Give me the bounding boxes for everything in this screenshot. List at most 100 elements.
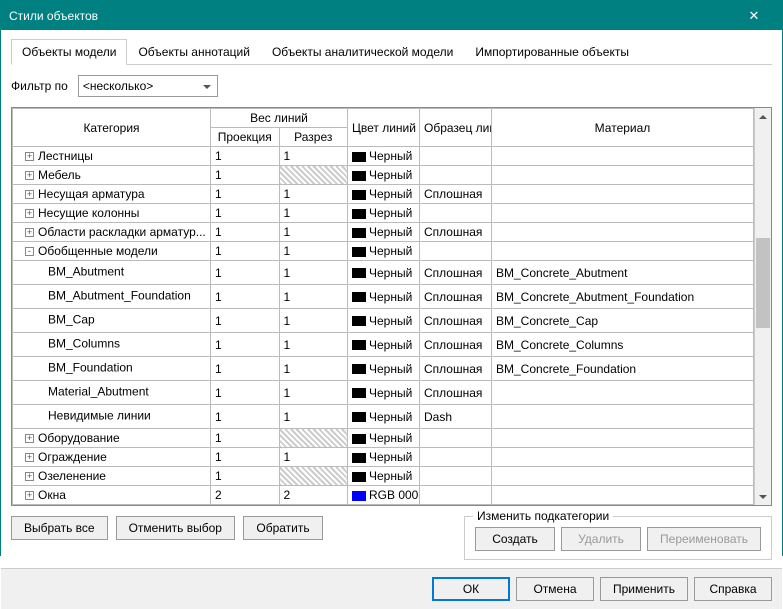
linepattern-cell[interactable]: Сплошная xyxy=(420,381,492,405)
category-cell[interactable]: Material_Abutment xyxy=(13,381,211,405)
linepattern-cell[interactable] xyxy=(420,242,492,261)
material-cell[interactable] xyxy=(492,429,754,448)
projection-cell[interactable]: 1 xyxy=(211,309,280,333)
cut-cell[interactable]: 1 xyxy=(279,147,348,166)
linecolor-cell[interactable]: Черный xyxy=(348,147,420,166)
create-button[interactable]: Создать xyxy=(475,527,555,551)
cut-cell[interactable]: 1 xyxy=(279,185,348,204)
linecolor-cell[interactable]: Черный xyxy=(348,357,420,381)
invert-button[interactable]: Обратить xyxy=(243,516,323,540)
tree-expand-icon[interactable]: + xyxy=(25,228,34,237)
table-row[interactable]: BM_Abutment_Foundation11ЧерныйСплошнаяBM… xyxy=(13,285,754,309)
linepattern-cell[interactable] xyxy=(420,486,492,505)
tab-2[interactable]: Объекты аналитической модели xyxy=(261,39,464,65)
linepattern-cell[interactable]: Сплошная xyxy=(420,223,492,242)
linecolor-cell[interactable]: Черный xyxy=(348,223,420,242)
category-cell[interactable]: +Озеленение xyxy=(13,467,211,486)
tab-1[interactable]: Объекты аннотаций xyxy=(127,39,260,65)
linecolor-cell[interactable]: Черный xyxy=(348,448,420,467)
header-projection[interactable]: Проекция xyxy=(211,128,280,147)
header-category[interactable]: Категория xyxy=(13,109,211,147)
linecolor-cell[interactable]: Черный xyxy=(348,333,420,357)
table-row[interactable]: +Лестницы11Черный xyxy=(13,147,754,166)
linepattern-cell[interactable] xyxy=(420,147,492,166)
cut-cell[interactable]: 1 xyxy=(279,381,348,405)
material-cell[interactable]: BM_Concrete_Abutment xyxy=(492,261,754,285)
help-button[interactable]: Справка xyxy=(694,577,772,601)
linecolor-cell[interactable]: Черный xyxy=(348,309,420,333)
linecolor-cell[interactable]: Черный xyxy=(348,261,420,285)
category-cell[interactable]: +Ограждение xyxy=(13,448,211,467)
tree-expand-icon[interactable]: + xyxy=(25,491,34,500)
material-cell[interactable]: BM_Concrete_Cap xyxy=(492,309,754,333)
material-cell[interactable] xyxy=(492,405,754,429)
material-cell[interactable] xyxy=(492,467,754,486)
select-all-button[interactable]: Выбрать все xyxy=(11,516,108,540)
linepattern-cell[interactable]: Сплошная xyxy=(420,185,492,204)
projection-cell[interactable]: 2 xyxy=(211,486,280,505)
table-row[interactable]: Material_Abutment11ЧерныйСплошная xyxy=(13,381,754,405)
cut-cell[interactable]: 1 xyxy=(279,333,348,357)
material-cell[interactable] xyxy=(492,381,754,405)
tree-expand-icon[interactable]: + xyxy=(25,171,34,180)
category-cell[interactable]: +Окна xyxy=(13,486,211,505)
table-row[interactable]: BM_Cap11ЧерныйСплошнаяBM_Concrete_Cap xyxy=(13,309,754,333)
tree-expand-icon[interactable]: + xyxy=(25,190,34,199)
scroll-down-icon[interactable] xyxy=(755,488,771,505)
linecolor-cell[interactable]: Черный xyxy=(348,467,420,486)
table-row[interactable]: +Ограждение11Черный xyxy=(13,448,754,467)
linecolor-cell[interactable]: Черный xyxy=(348,285,420,309)
linecolor-cell[interactable]: RGB 000-0... xyxy=(348,486,420,505)
linepattern-cell[interactable] xyxy=(420,204,492,223)
tree-expand-icon[interactable]: + xyxy=(25,209,34,218)
cut-cell[interactable]: 1 xyxy=(279,285,348,309)
material-cell[interactable] xyxy=(492,486,754,505)
projection-cell[interactable]: 1 xyxy=(211,467,280,486)
cut-cell[interactable]: 1 xyxy=(279,405,348,429)
scroll-thumb[interactable] xyxy=(756,238,770,328)
linepattern-cell[interactable] xyxy=(420,429,492,448)
projection-cell[interactable]: 1 xyxy=(211,333,280,357)
projection-cell[interactable]: 1 xyxy=(211,223,280,242)
tree-expand-icon[interactable]: + xyxy=(25,453,34,462)
material-cell[interactable] xyxy=(492,223,754,242)
cut-cell[interactable] xyxy=(279,429,348,448)
header-linecolor[interactable]: Цвет линий xyxy=(348,109,420,147)
cut-cell[interactable]: 1 xyxy=(279,448,348,467)
cancel-button[interactable]: Отмена xyxy=(516,577,594,601)
projection-cell[interactable]: 1 xyxy=(211,285,280,309)
table-row[interactable]: BM_Foundation11ЧерныйСплошнаяBM_Concrete… xyxy=(13,357,754,381)
category-cell[interactable]: +Области раскладки арматур... xyxy=(13,223,211,242)
material-cell[interactable] xyxy=(492,448,754,467)
filter-select[interactable]: <несколько> xyxy=(78,75,218,97)
table-row[interactable]: +Окна22RGB 000-0... xyxy=(13,486,754,505)
projection-cell[interactable]: 1 xyxy=(211,429,280,448)
category-cell[interactable]: Невидимые линии xyxy=(13,405,211,429)
projection-cell[interactable]: 1 xyxy=(211,357,280,381)
linecolor-cell[interactable]: Черный xyxy=(348,381,420,405)
linecolor-cell[interactable]: Черный xyxy=(348,405,420,429)
header-material[interactable]: Материал xyxy=(492,109,754,147)
tree-expand-icon[interactable]: + xyxy=(25,152,34,161)
category-cell[interactable]: +Мебель xyxy=(13,166,211,185)
select-none-button[interactable]: Отменить выбор xyxy=(116,516,235,540)
cut-cell[interactable]: 1 xyxy=(279,204,348,223)
linecolor-cell[interactable]: Черный xyxy=(348,185,420,204)
table-row[interactable]: +Оборудование1Черный xyxy=(13,429,754,448)
close-button[interactable]: ✕ xyxy=(734,1,774,30)
projection-cell[interactable]: 1 xyxy=(211,204,280,223)
category-cell[interactable]: +Оборудование xyxy=(13,429,211,448)
linepattern-cell[interactable] xyxy=(420,448,492,467)
tree-expand-icon[interactable]: + xyxy=(25,434,34,443)
material-cell[interactable]: BM_Concrete_Columns xyxy=(492,333,754,357)
projection-cell[interactable]: 1 xyxy=(211,405,280,429)
table-row[interactable]: +Несущая арматура11ЧерныйСплошная xyxy=(13,185,754,204)
cut-cell[interactable]: 1 xyxy=(279,357,348,381)
object-styles-table[interactable]: Категория Вес линий Цвет линий Образец л… xyxy=(12,108,754,505)
table-row[interactable]: Невидимые линии11ЧерныйDash xyxy=(13,405,754,429)
linepattern-cell[interactable]: Сплошная xyxy=(420,285,492,309)
table-row[interactable]: BM_Abutment11ЧерныйСплошнаяBM_Concrete_A… xyxy=(13,261,754,285)
cut-cell[interactable]: 1 xyxy=(279,261,348,285)
header-cut[interactable]: Разрез xyxy=(279,128,348,147)
projection-cell[interactable]: 1 xyxy=(211,242,280,261)
